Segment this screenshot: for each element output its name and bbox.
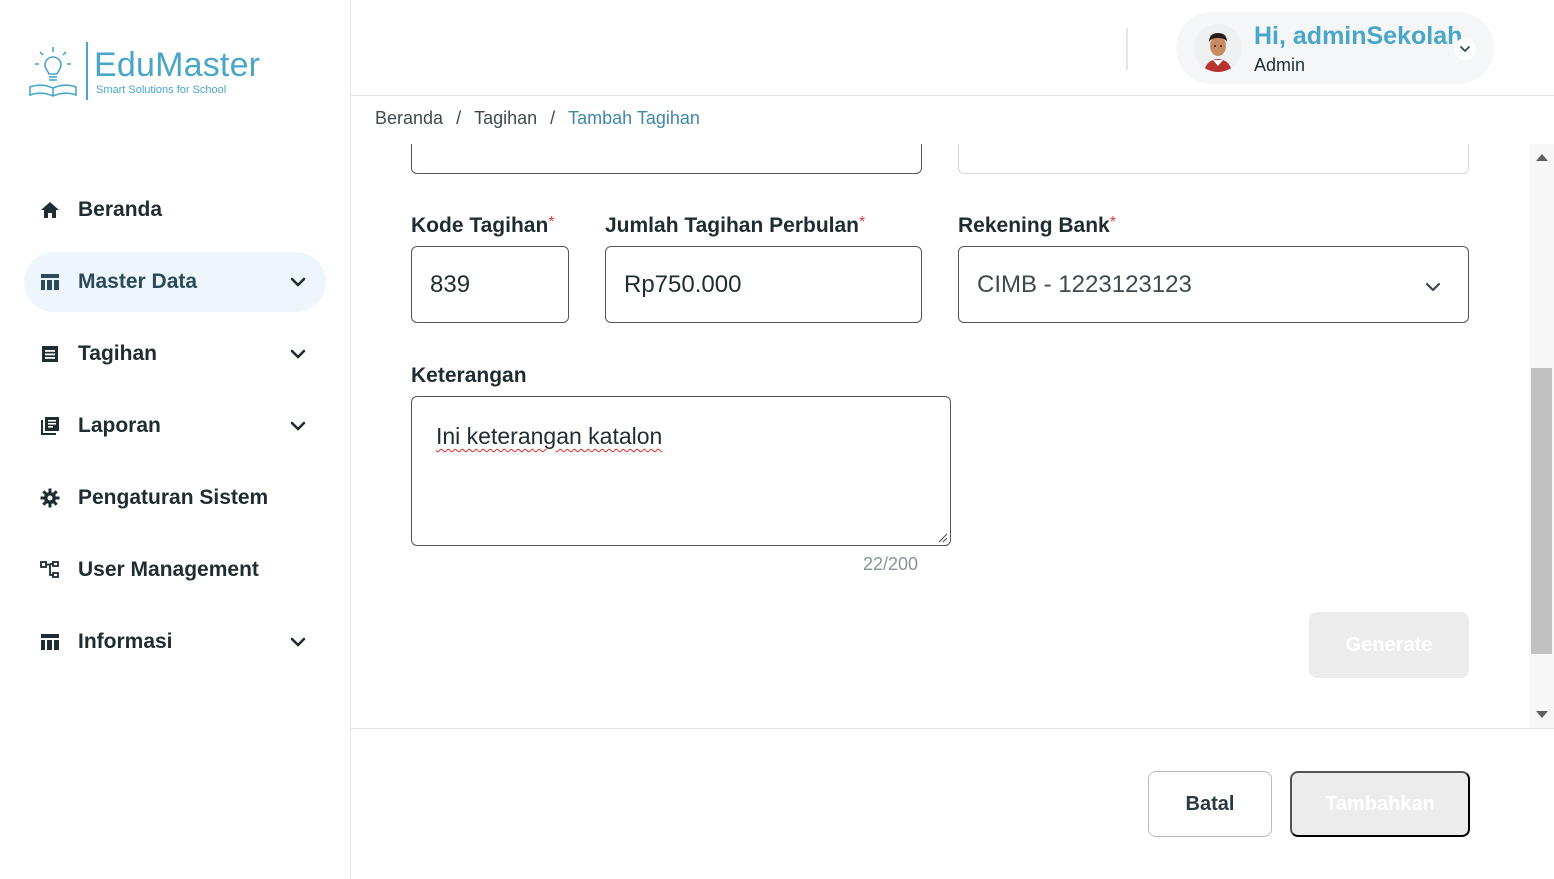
jumlah-tagihan-input[interactable]: Rp750.000	[605, 246, 922, 323]
brand-logo[interactable]: EduMaster Smart Solutions for School	[27, 40, 260, 102]
brand-name: EduMaster	[94, 45, 261, 84]
rekening-bank-label-text: Rekening Bank	[958, 214, 1110, 237]
required-mark: *	[548, 214, 555, 231]
sidebar-item-beranda[interactable]: Beranda	[24, 180, 326, 240]
sidebar: EduMaster Smart Solutions for School Ber…	[0, 0, 351, 879]
previous-field-input[interactable]	[958, 144, 1469, 174]
kode-tagihan-value: 839	[430, 270, 471, 298]
kode-tagihan-label-text: Kode Tagihan	[411, 214, 549, 237]
breadcrumb-separator: /	[456, 108, 462, 128]
avatar	[1194, 24, 1242, 72]
hierarchy-icon	[39, 559, 61, 581]
chevron-down-icon	[290, 277, 306, 287]
sidebar-item-laporan[interactable]: Laporan	[24, 396, 326, 456]
resize-handle-icon[interactable]	[936, 531, 948, 543]
sidebar-item-label: Beranda	[78, 198, 163, 221]
home-icon	[39, 199, 61, 221]
kode-tagihan-label: Kode Tagihan*	[411, 214, 555, 238]
keterangan-value: Ini keterangan katalon	[436, 423, 663, 449]
sidebar-item-user-management[interactable]: User Management	[24, 540, 326, 600]
sidebar-item-master-data[interactable]: Master Data	[24, 252, 326, 312]
table-icon	[39, 271, 61, 293]
header-divider	[1126, 28, 1128, 70]
rekening-bank-label: Rekening Bank*	[958, 214, 1116, 238]
keterangan-label: Keterangan	[411, 364, 527, 387]
user-role: Admin	[1254, 54, 1306, 75]
library-icon	[39, 415, 61, 437]
scroll-up-arrow-icon[interactable]	[1536, 154, 1548, 161]
sidebar-item-label: Informasi	[78, 630, 173, 653]
scrollbar[interactable]	[1529, 144, 1554, 728]
kode-tagihan-input[interactable]: 839	[411, 246, 569, 323]
chevron-down-icon[interactable]	[1454, 38, 1476, 60]
sidebar-item-informasi[interactable]: Informasi	[24, 612, 326, 672]
breadcrumb-beranda[interactable]: Beranda	[375, 108, 443, 129]
scroll-down-arrow-icon[interactable]	[1536, 711, 1548, 718]
required-mark: *	[859, 214, 866, 231]
breadcrumb-separator: /	[550, 108, 556, 128]
sidebar-item-label: Pengaturan Sistem	[78, 486, 269, 509]
generate-button[interactable]: Generate	[1309, 612, 1469, 678]
lightbulb-book-icon	[29, 47, 77, 97]
user-greeting: Hi, adminSekolah	[1254, 21, 1463, 50]
brand-tagline: Smart Solutions for School	[96, 83, 227, 96]
keterangan-textarea[interactable]: Ini keterangan katalon	[411, 396, 951, 546]
required-mark: *	[1109, 214, 1116, 231]
chevron-down-icon	[290, 637, 306, 647]
sidebar-nav: Beranda Master Data Tagihan Laporan Peng…	[24, 180, 326, 684]
chevron-down-icon	[1425, 282, 1441, 292]
sidebar-item-label: Tagihan	[78, 342, 157, 365]
sidebar-item-label: Master Data	[78, 270, 198, 293]
submit-button[interactable]: Tambahkan	[1290, 771, 1470, 837]
form-footer: Batal Tambahkan	[351, 728, 1554, 879]
rekening-bank-value: CIMB - 1223123123	[977, 270, 1192, 298]
table-icon	[39, 631, 61, 653]
jumlah-tagihan-label: Jumlah Tagihan Perbulan*	[605, 214, 865, 238]
previous-field-input[interactable]	[411, 144, 922, 174]
sidebar-item-tagihan[interactable]: Tagihan	[24, 324, 326, 384]
jumlah-tagihan-label-text: Jumlah Tagihan Perbulan	[605, 214, 859, 237]
sidebar-item-pengaturan-sistem[interactable]: Pengaturan Sistem	[24, 468, 326, 528]
form-content: Kode Tagihan* 839 Jumlah Tagihan Perbula…	[351, 144, 1554, 728]
gear-icon	[39, 487, 61, 509]
chevron-down-icon	[290, 421, 306, 431]
jumlah-tagihan-value: Rp750.000	[624, 270, 742, 298]
logo-divider	[86, 42, 88, 100]
character-counter: 22/200	[863, 554, 919, 574]
list-icon	[39, 343, 61, 365]
chevron-down-icon	[290, 349, 306, 359]
breadcrumb-tagihan[interactable]: Tagihan	[474, 108, 537, 129]
rekening-bank-select[interactable]: CIMB - 1223123123	[958, 246, 1469, 323]
sidebar-item-label: User Management	[78, 558, 259, 581]
cancel-button[interactable]: Batal	[1148, 771, 1272, 837]
user-menu[interactable]: Hi, adminSekolah Admin	[1176, 12, 1494, 84]
breadcrumb-current: Tambah Tagihan	[568, 108, 700, 128]
scrollbar-thumb[interactable]	[1531, 368, 1552, 654]
breadcrumb: Beranda / Tagihan / Tambah Tagihan	[375, 108, 700, 129]
sidebar-item-label: Laporan	[78, 414, 161, 437]
top-header: Hi, adminSekolah Admin	[351, 0, 1554, 96]
